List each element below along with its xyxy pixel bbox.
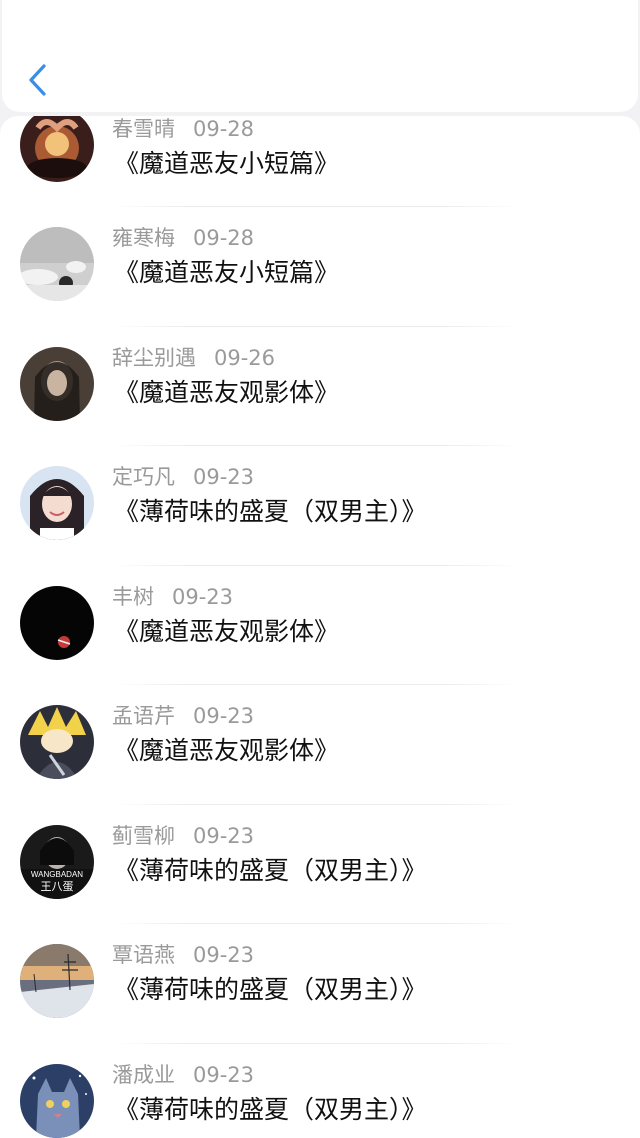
list-item[interactable]: 丰树 09-23 《魔道恶友观影体》 [0, 566, 640, 685]
avatar [20, 346, 94, 421]
list-item[interactable]: 雍寒梅 09-28 《魔道恶友小短篇》 [0, 207, 640, 327]
chevron-left-icon [29, 64, 46, 96]
username: 定巧凡 [112, 465, 175, 489]
date: 09-23 [193, 465, 255, 489]
meta-line: 丰树 09-23 [112, 584, 233, 610]
date: 09-23 [193, 823, 255, 848]
username: 春雪晴 [112, 117, 175, 141]
book-title[interactable]: 《魔道恶友小短篇》 [114, 146, 339, 182]
avatar [20, 466, 94, 540]
meta-line: 潘成业 09-23 [112, 1062, 254, 1088]
avatar [20, 227, 94, 301]
avatar [20, 944, 94, 1018]
username: 蓟雪柳 [112, 823, 175, 848]
list-item[interactable]: 覃语燕 09-23 《薄荷味的盛夏（双男主）》 [0, 924, 640, 1044]
username: 孟语芹 [112, 704, 175, 728]
username: 覃语燕 [112, 943, 175, 967]
list-item[interactable]: 定巧凡 09-23 《薄荷味的盛夏（双男主）》 [0, 446, 640, 566]
list-item[interactable]: WANGBADAN 王八蛋 蓟雪柳 09-23 《薄荷味的盛夏（双男主）》 [0, 805, 640, 924]
avatar-text-bottom: 王八蛋 [41, 880, 74, 893]
avatar [20, 585, 94, 660]
book-title[interactable]: 《薄荷味的盛夏（双男主）》 [114, 853, 427, 889]
back-button[interactable] [20, 58, 56, 102]
date: 09-23 [193, 704, 255, 728]
avatar: WANGBADAN 王八蛋 [20, 824, 94, 899]
meta-line: 孟语芹 09-23 [112, 703, 254, 729]
meta-line: 蓟雪柳 09-23 [112, 823, 254, 849]
username: 丰树 [112, 584, 154, 609]
meta-line: 覃语燕 09-23 [112, 942, 254, 968]
avatar-text-top: WANGBADAN [31, 870, 83, 879]
meta-line: 雍寒梅 09-28 [112, 225, 254, 251]
page: 春雪晴 09-28 《魔道恶友小短篇》 雍寒梅 09-28 《魔道恶友小短篇》 [0, 0, 640, 1138]
comment-list: 春雪晴 09-28 《魔道恶友小短篇》 雍寒梅 09-28 《魔道恶友小短篇》 [0, 116, 640, 1138]
avatar [20, 705, 94, 779]
book-title[interactable]: 《薄荷味的盛夏（双男主）》 [114, 972, 427, 1008]
meta-line: 辞尘别遇 09-26 [112, 345, 275, 371]
book-title[interactable]: 《薄荷味的盛夏（双男主）》 [114, 494, 427, 530]
list-item[interactable]: 孟语芹 09-23 《魔道恶友观影体》 [0, 685, 640, 805]
username: 潘成业 [112, 1062, 175, 1087]
list-item[interactable]: 辞尘别遇 09-26 《魔道恶友观影体》 [0, 327, 640, 446]
book-title[interactable]: 《魔道恶友观影体》 [114, 614, 339, 650]
list-item[interactable]: 潘成业 09-23 《薄荷味的盛夏（双男主）》 [0, 1044, 640, 1138]
avatar [20, 116, 94, 182]
avatar [20, 1063, 94, 1138]
date: 09-23 [193, 1062, 255, 1087]
meta-line: 春雪晴 09-28 [112, 116, 254, 142]
date: 09-23 [193, 943, 255, 967]
navigation-bar [2, 0, 638, 112]
username: 辞尘别遇 [112, 345, 196, 370]
book-title[interactable]: 《魔道恶友小短篇》 [114, 255, 339, 291]
date: 09-26 [214, 345, 276, 370]
date: 09-23 [172, 584, 234, 609]
book-title[interactable]: 《薄荷味的盛夏（双男主）》 [114, 1092, 427, 1128]
meta-line: 定巧凡 09-23 [112, 464, 254, 490]
username: 雍寒梅 [112, 226, 175, 250]
book-title[interactable]: 《魔道恶友观影体》 [114, 375, 339, 411]
book-title[interactable]: 《魔道恶友观影体》 [114, 733, 339, 769]
list-item[interactable]: 春雪晴 09-28 《魔道恶友小短篇》 [0, 116, 640, 207]
date: 09-28 [193, 226, 255, 250]
date: 09-28 [193, 117, 255, 141]
